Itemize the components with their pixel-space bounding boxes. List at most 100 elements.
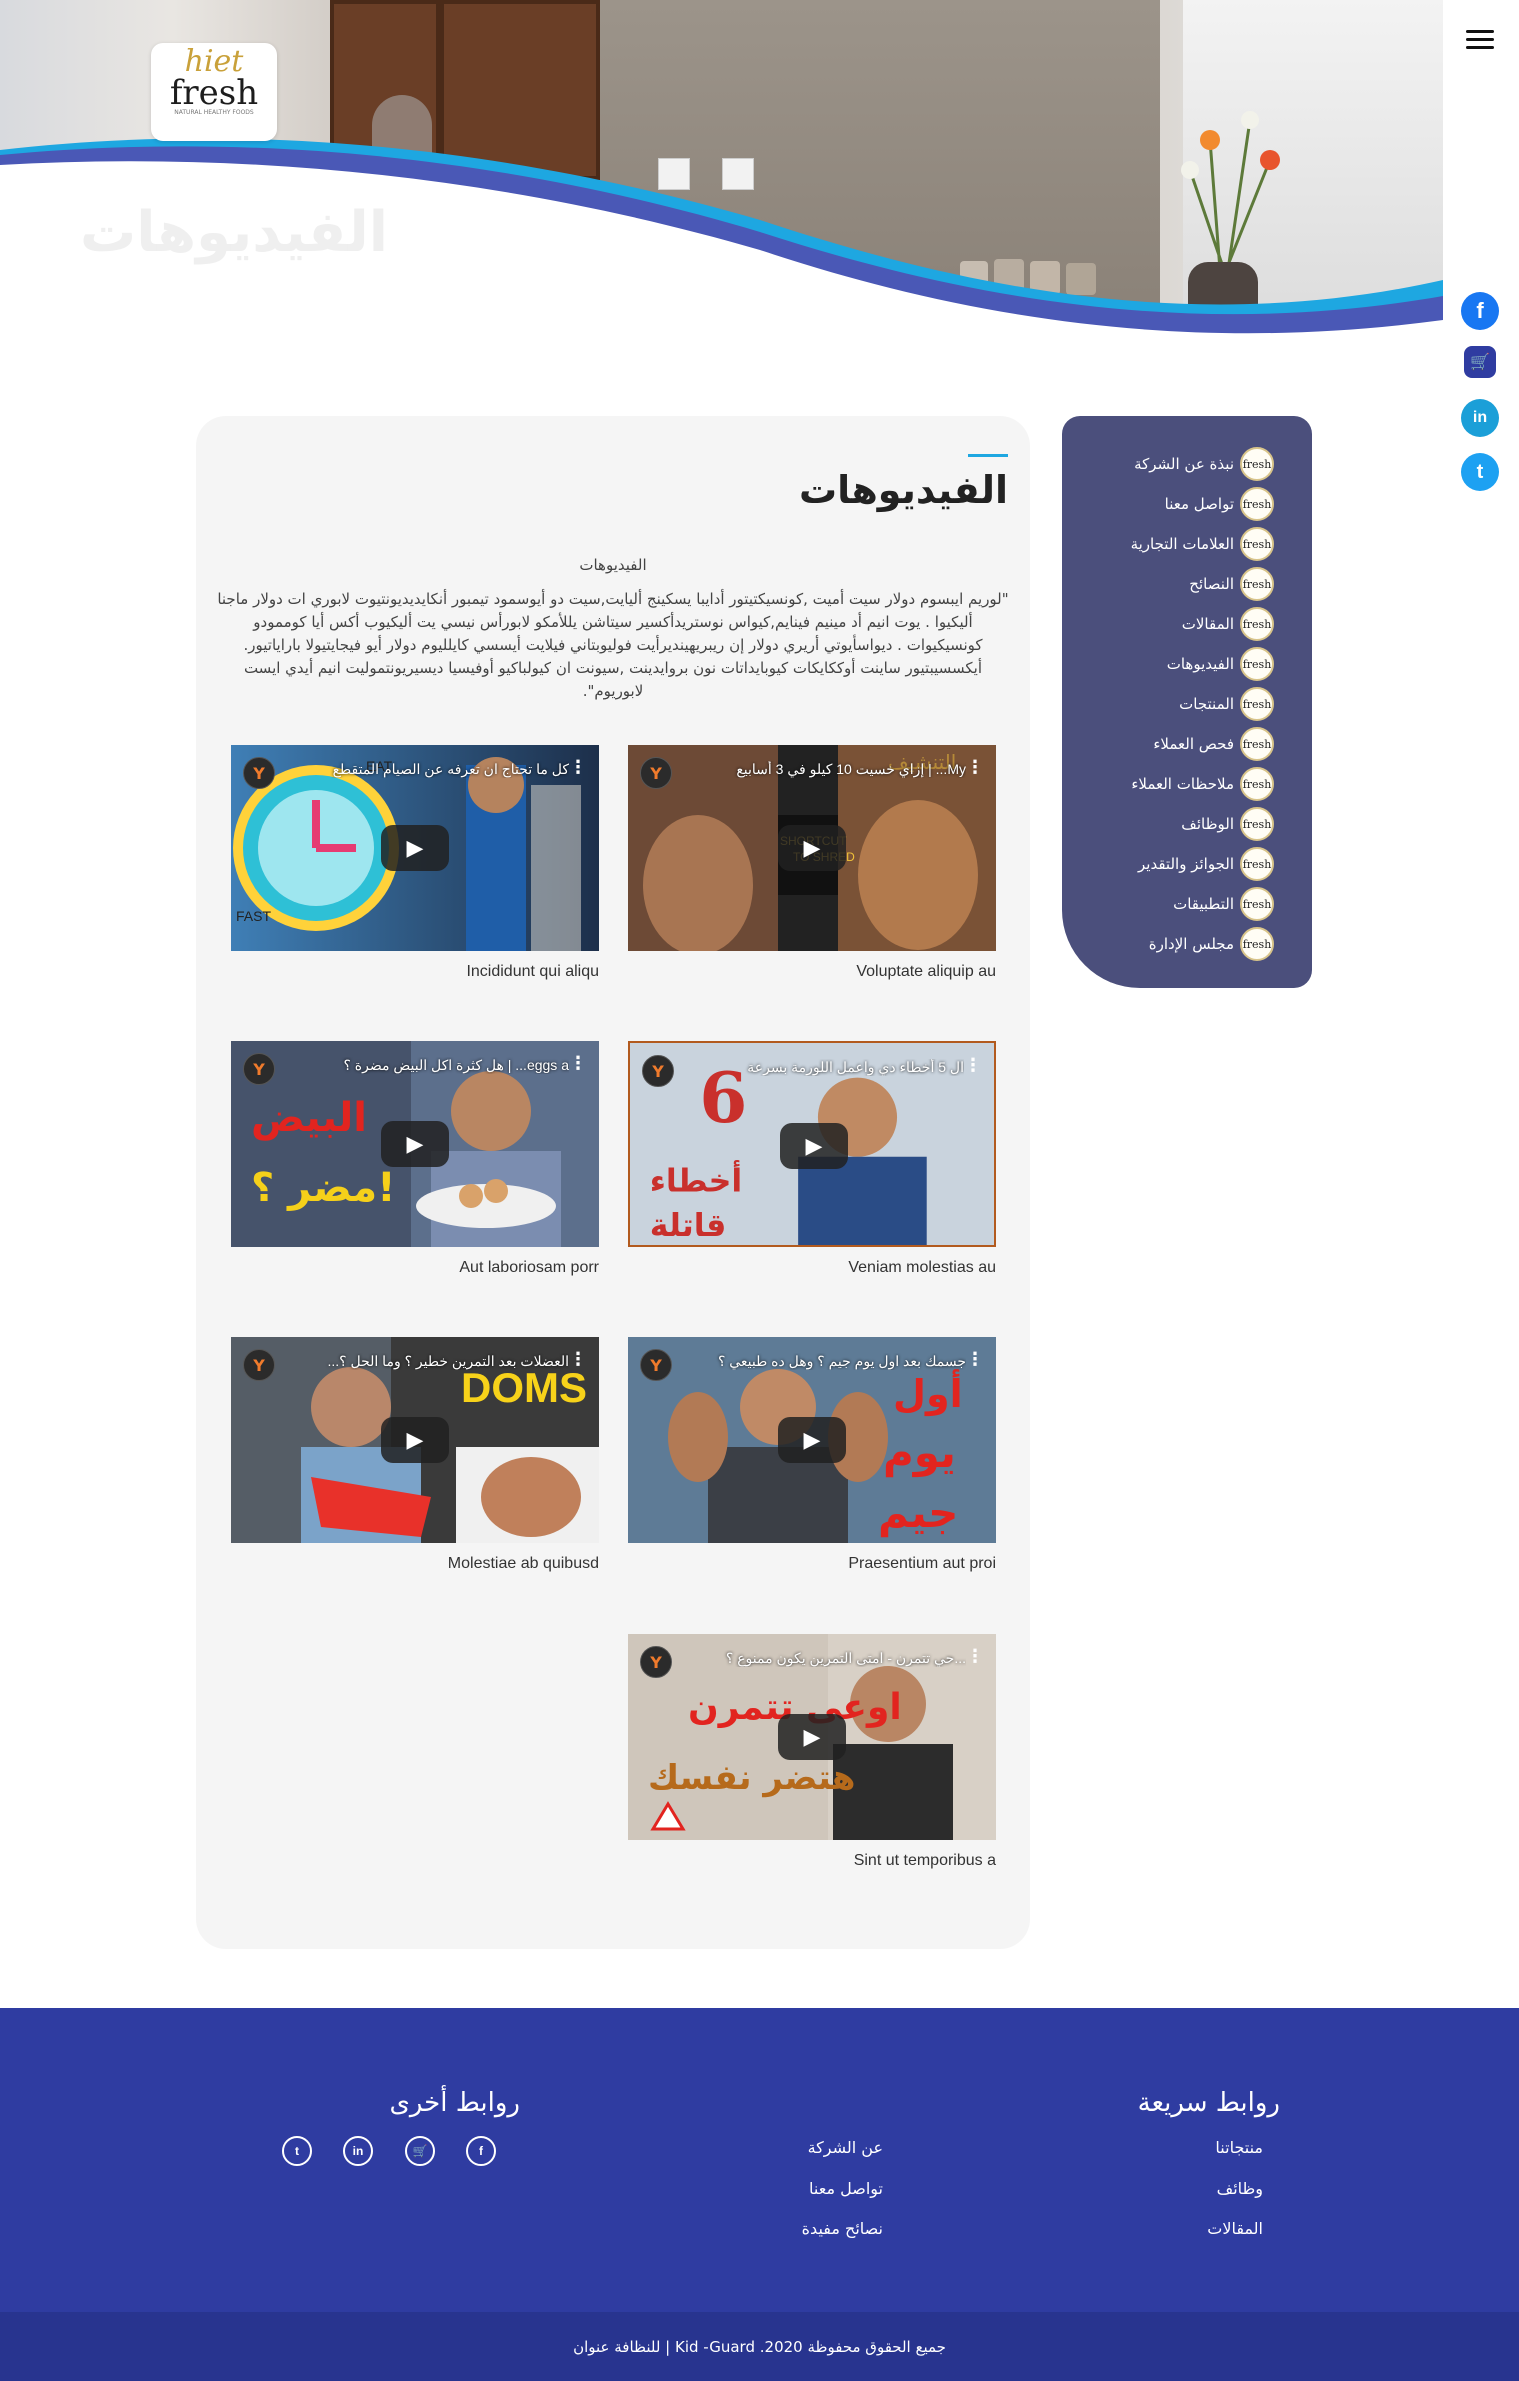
play-icon[interactable]: ▶ <box>778 1714 846 1760</box>
video-title[interactable]: كل ما تحتاج ان تعرفه عن الصيام المتقطع <box>283 761 569 778</box>
video-title[interactable]: ...حي تتمرن - امتى التمرين يكون ممنوع ؟ <box>680 1650 966 1667</box>
copyright-bar: جميع الحقوق محفوظة 2020. Kid -Guard | لل… <box>0 2312 1519 2381</box>
sidebar-item-brands[interactable]: fresh العلامات التجارية <box>1062 524 1312 564</box>
footer-twitter-icon[interactable]: t <box>282 2136 312 2166</box>
sidebar-item-about[interactable]: fresh نبذة عن الشركة <box>1062 444 1312 484</box>
thumb-text-harmful: مضر ؟! <box>251 1165 395 1211</box>
sidebar-item-label: العلامات التجارية <box>1130 535 1234 553</box>
sidebar-item-videos[interactable]: fresh الفيديوهات <box>1062 644 1312 684</box>
intro-paragraph: "لوريم ايبسوم دولار سيت أميت ,كونسيكتيتو… <box>217 590 1009 700</box>
video-title[interactable]: العضلات بعد التمرين خطير ؟ وما الحل ؟... <box>283 1353 570 1370</box>
sidebar-item-label: التطبيقات <box>1173 895 1234 913</box>
video-card: أول يوم جيم Y جسمك بعد اول يوم جيم ؟ وهل… <box>628 1337 996 1573</box>
sidebar-item-label: النصائح <box>1189 575 1234 593</box>
youtube-channel-icon[interactable]: Y <box>243 1053 275 1085</box>
kebab-menu-icon[interactable]: ⋮ <box>569 1351 587 1369</box>
video-thumbnail[interactable]: DOMS Y العضلات بعد التمرين خطير ؟ وما ال… <box>231 1337 599 1543</box>
footer-link-contact[interactable]: تواصل معنا <box>809 2179 883 2198</box>
hamburger-icon[interactable] <box>1466 30 1494 52</box>
play-icon[interactable]: ▶ <box>778 825 846 871</box>
video-caption[interactable]: Voluptate aliquip au <box>628 963 996 981</box>
video-thumbnail[interactable]: 6 أخطاء قاتلة Y ال 5 أخطاء دي واعمل اللو… <box>628 1041 996 1247</box>
kebab-menu-icon[interactable]: ⋮ <box>966 1648 984 1666</box>
footer-linkedin-icon[interactable]: in <box>343 2136 373 2166</box>
sidebar-item-jobs[interactable]: fresh الوظائف <box>1062 804 1312 844</box>
footer-talabat-icon[interactable]: 🛒 <box>405 2136 435 2166</box>
play-icon[interactable]: ▶ <box>780 1123 848 1169</box>
youtube-channel-icon[interactable]: Y <box>243 757 275 789</box>
video-title[interactable]: My... | إزاي خسيت 10 كيلو في 3 أسابيع <box>680 761 966 778</box>
brand-logo[interactable]: hiet fresh NATURAL HEALTHY FOODS <box>151 43 277 141</box>
sidebar-item-contact[interactable]: fresh تواصل معنا <box>1062 484 1312 524</box>
thumb-text-gym: جيم <box>878 1488 958 1537</box>
youtube-channel-icon[interactable]: Y <box>243 1349 275 1381</box>
video-caption[interactable]: Praesentium aut proi <box>628 1555 996 1573</box>
video-thumbnail[interactable]: SHORTCUT TO SHRED التنشيف Y My... | إزاي… <box>628 745 996 951</box>
kebab-menu-icon[interactable]: ⋮ <box>964 1057 982 1075</box>
video-title[interactable]: ال 5 أخطاء دي واعمل اللورمة بسرعة <box>682 1059 964 1076</box>
video-title[interactable]: جسمك بعد اول يوم جيم ؟ وهل ده طبيعي ؟ <box>680 1353 966 1370</box>
footer-link-about[interactable]: عن الشركة <box>808 2138 883 2157</box>
page-title: الفيديوهات <box>799 468 1008 512</box>
sidebar-item-articles[interactable]: fresh المقالات <box>1062 604 1312 644</box>
video-caption[interactable]: Aut laboriosam porr <box>231 1259 599 1277</box>
copyright-text: جميع الحقوق محفوظة 2020. Kid -Guard | لل… <box>573 2337 946 2356</box>
fresh-logo-icon: fresh <box>1240 767 1274 801</box>
video-thumbnail[interactable]: أول يوم جيم Y جسمك بعد اول يوم جيم ؟ وهل… <box>628 1337 996 1543</box>
video-caption[interactable]: Sint ut temporibus a <box>628 1852 996 1870</box>
sidebar-item-customer-check[interactable]: fresh فحص العملاء <box>1062 724 1312 764</box>
fresh-logo-icon: fresh <box>1240 567 1274 601</box>
youtube-channel-icon[interactable]: Y <box>640 757 672 789</box>
hero-title: الفيديوهات <box>80 200 388 265</box>
sidebar-item-label: فحص العملاء <box>1153 735 1234 753</box>
fresh-logo-icon: fresh <box>1240 807 1274 841</box>
video-thumbnail[interactable]: البيض مضر ؟! Y eggs a... | هل كثرة اكل ا… <box>231 1041 599 1247</box>
footer-link-products[interactable]: منتجاتنا <box>1215 2138 1263 2157</box>
video-card: SHORTCUT TO SHRED التنشيف Y My... | إزاي… <box>628 745 996 981</box>
sidebar-item-apps[interactable]: fresh التطبيقات <box>1062 884 1312 924</box>
fresh-logo-icon: fresh <box>1240 847 1274 881</box>
kebab-menu-icon[interactable]: ⋮ <box>569 1055 587 1073</box>
footer-link-tips[interactable]: نصائح مفيدة <box>802 2219 883 2238</box>
facebook-icon[interactable]: f <box>1461 292 1499 330</box>
kebab-menu-icon[interactable]: ⋮ <box>966 759 984 777</box>
sidebar-item-board[interactable]: fresh مجلس الإدارة <box>1062 924 1312 964</box>
intro-heading: الفيديوهات <box>579 556 647 574</box>
video-thumbnail[interactable]: اوعى تتمرن هتضر نفسك Y ...حي تتمرن - امت… <box>628 1634 996 1840</box>
youtube-channel-icon[interactable]: Y <box>640 1646 672 1678</box>
twitter-icon[interactable]: t <box>1461 453 1499 491</box>
linkedin-icon[interactable]: in <box>1461 399 1499 437</box>
sidebar-item-feedback[interactable]: fresh ملاحظات العملاء <box>1062 764 1312 804</box>
fresh-logo-icon: fresh <box>1240 447 1274 481</box>
video-caption[interactable]: Incididunt qui aliqu <box>231 963 599 981</box>
play-icon[interactable]: ▶ <box>381 1121 449 1167</box>
video-card: DOMS Y العضلات بعد التمرين خطير ؟ وما ال… <box>231 1337 599 1573</box>
video-title[interactable]: eggs a... | هل كثرة اكل البيض مضرة ؟ <box>283 1057 569 1074</box>
fresh-logo-icon: fresh <box>1240 687 1274 721</box>
play-icon[interactable]: ▶ <box>381 1417 449 1463</box>
kebab-menu-icon[interactable]: ⋮ <box>569 759 587 777</box>
thumb-text-egg: البيض <box>251 1095 367 1141</box>
sidebar-item-label: مجلس الإدارة <box>1148 935 1234 953</box>
sidebar-item-label: المقالات <box>1181 615 1234 633</box>
play-icon[interactable]: ▶ <box>381 825 449 871</box>
sidebar-item-label: المنتجات <box>1179 695 1234 713</box>
sidebar-item-label: ملاحظات العملاء <box>1131 775 1234 793</box>
talabat-cart-icon[interactable]: 🛒 <box>1464 346 1496 378</box>
youtube-channel-icon[interactable]: Y <box>640 1349 672 1381</box>
video-caption[interactable]: Veniam molestias au <box>628 1259 996 1277</box>
video-card: البيض مضر ؟! Y eggs a... | هل كثرة اكل ا… <box>231 1041 599 1277</box>
thumb-text-fast: FAST <box>236 908 271 924</box>
sidebar-item-tips[interactable]: fresh النصائح <box>1062 564 1312 604</box>
play-icon[interactable]: ▶ <box>778 1417 846 1463</box>
quick-links-title: روابط سريعة <box>1137 2088 1280 2118</box>
video-caption[interactable]: Molestiae ab quibusd <box>231 1555 599 1573</box>
sidebar-item-products[interactable]: fresh المنتجات <box>1062 684 1312 724</box>
kebab-menu-icon[interactable]: ⋮ <box>966 1351 984 1369</box>
video-thumbnail[interactable]: EAT FAST Y كل ما تحتاج ان تعرفه عن الصيا… <box>231 745 599 951</box>
footer-facebook-icon[interactable]: f <box>466 2136 496 2166</box>
footer-link-jobs[interactable]: وظائف <box>1217 2179 1263 2198</box>
youtube-channel-icon[interactable]: Y <box>642 1055 674 1087</box>
sidebar-item-awards[interactable]: fresh الجوائز والتقدير <box>1062 844 1312 884</box>
footer-link-articles[interactable]: المقالات <box>1207 2219 1263 2238</box>
